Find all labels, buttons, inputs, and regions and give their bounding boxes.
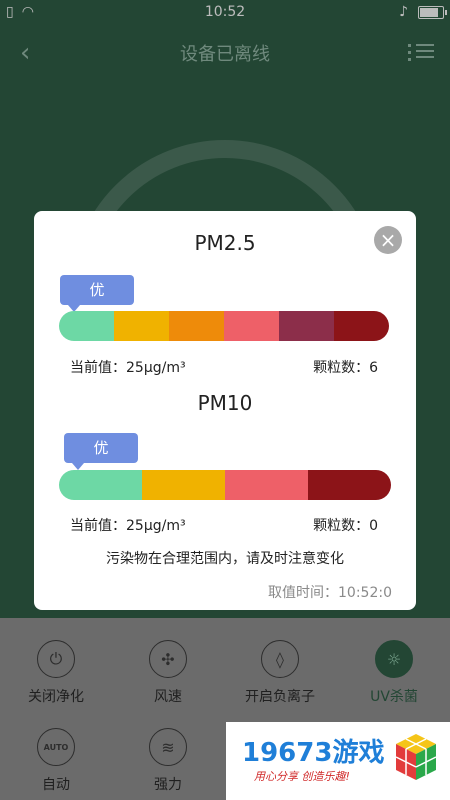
pm25-level-segment — [279, 311, 334, 341]
pm10-level-bar — [59, 470, 391, 500]
cube-logo-icon — [395, 734, 437, 780]
sample-timestamp: 取值时间：10:52:0 — [268, 585, 392, 601]
pm25-level-segment — [114, 311, 169, 341]
pm10-particle-count: 颗粒数：0 — [313, 518, 378, 534]
pm10-level-segment — [59, 470, 142, 500]
pm10-level-badge: 优 — [64, 433, 138, 470]
pollution-note: 污染物在合理范围内，请及时注意变化 — [106, 551, 344, 567]
pm10-current-value: 当前值：25μg/m³ — [70, 518, 186, 534]
pm25-level-segment — [59, 311, 114, 341]
pm25-level-segment — [224, 311, 279, 341]
pm25-title: PM2.5 — [194, 231, 256, 255]
site-watermark: 19673游戏 用心分享 创造乐趣! — [226, 722, 450, 800]
pm25-level-bar — [59, 311, 389, 341]
pm25-particle-count: 颗粒数：6 — [313, 360, 378, 376]
watermark-slogan: 用心分享 创造乐趣! — [254, 770, 350, 783]
watermark-brand: 19673游戏 — [242, 738, 385, 768]
pm25-current-value: 当前值：25μg/m³ — [70, 360, 186, 376]
pm10-title: PM10 — [197, 391, 253, 415]
pm25-level-segment — [334, 311, 389, 341]
pm10-level-segment — [308, 470, 391, 500]
pm25-level-badge: 优 — [60, 275, 134, 312]
pm25-level-segment — [169, 311, 224, 341]
pm10-level-segment — [225, 470, 308, 500]
pm10-level-segment — [142, 470, 225, 500]
air-quality-dialog: × PM2.5 优 当前值：25μg/m³ 颗粒数：6 PM10 优 当前值：2… — [34, 211, 416, 610]
